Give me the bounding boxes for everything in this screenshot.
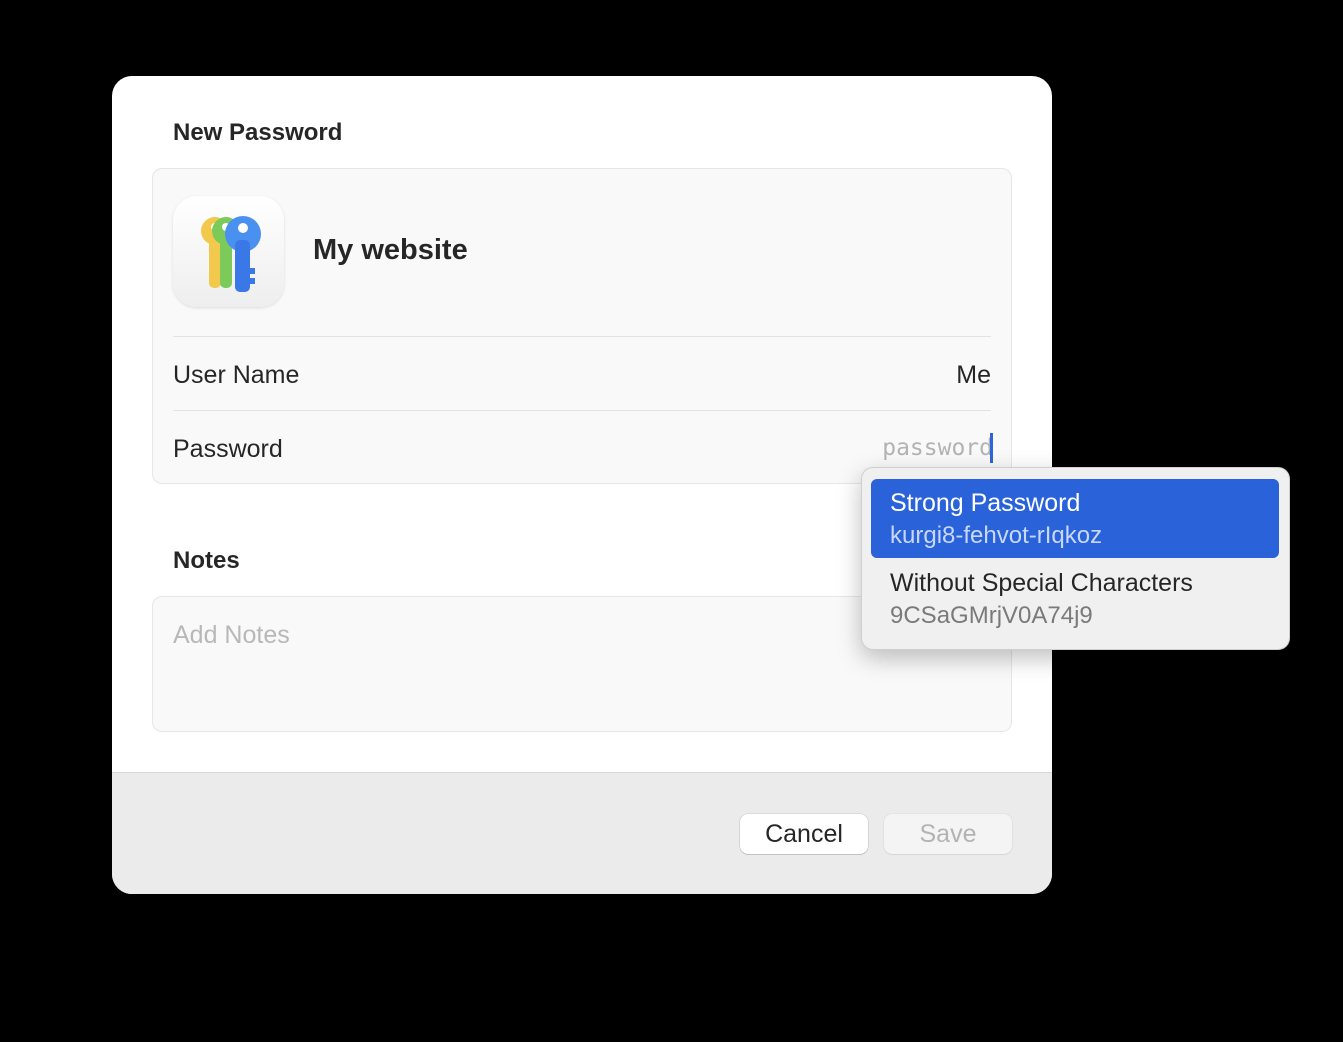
save-button[interactable]: Save (884, 814, 1012, 854)
username-field[interactable]: Me (956, 363, 991, 388)
divider (173, 410, 991, 411)
text-caret (990, 433, 993, 463)
suggestion-strong-password[interactable]: Strong Password kurgi8-fehvot-rIqkoz (871, 479, 1279, 558)
username-label: User Name (173, 361, 300, 389)
cancel-button[interactable]: Cancel (740, 814, 868, 854)
passwords-keys-icon (173, 196, 284, 307)
notes-field[interactable] (173, 615, 773, 655)
divider (173, 336, 991, 337)
suggestion-value: kurgi8-fehvot-rIqkoz (890, 522, 1103, 549)
dialog-footer: Cancel Save (112, 772, 1052, 894)
notes-title: Notes (173, 547, 240, 574)
suggestion-without-special-characters[interactable]: Without Special Characters 9CSaGMrjV0A74… (871, 559, 1279, 638)
site-name[interactable]: My website (313, 236, 468, 265)
suggestion-title: Without Special Characters (890, 569, 1193, 597)
suggestion-title: Strong Password (890, 489, 1081, 517)
password-label: Password (173, 435, 283, 463)
password-field[interactable] (793, 431, 993, 465)
dialog-title: New Password (173, 119, 343, 146)
suggestion-value: 9CSaGMrjV0A74j9 (890, 602, 1093, 629)
credential-card: My website User Name Me Password (152, 168, 1012, 484)
password-suggestions-popup: Strong Password kurgi8-fehvot-rIqkoz Wit… (861, 467, 1290, 650)
